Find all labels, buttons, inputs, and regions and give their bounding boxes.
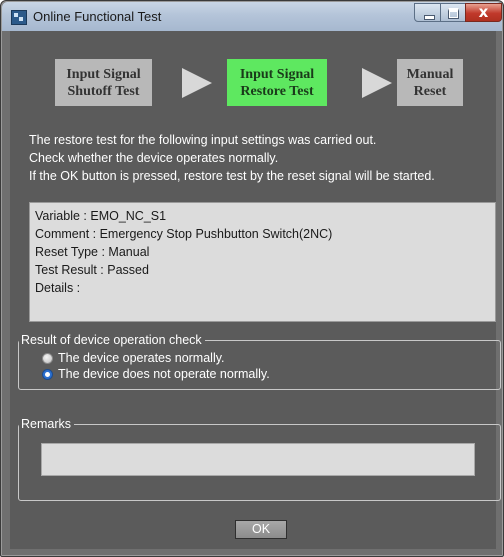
remarks-group: Remarks — [18, 416, 501, 501]
radio-label: The device does not operate normally. — [58, 367, 270, 381]
radio-not-operate-normally[interactable]: The device does not operate normally. — [42, 367, 270, 381]
step-restore-test: Input Signal Restore Test — [227, 59, 327, 106]
step-label-line2: Reset — [413, 83, 447, 99]
close-button[interactable]: x — [465, 3, 502, 22]
step-manual-reset: Manual Reset — [397, 59, 463, 106]
step-label-line2: Shutoff Test — [67, 83, 140, 99]
step-arrow-icon — [362, 68, 392, 98]
radio-operates-normally[interactable]: The device operates normally. — [42, 351, 225, 365]
radio-label: The device operates normally. — [58, 351, 225, 365]
app-icon — [11, 10, 27, 25]
info-details: Details : — [35, 281, 81, 295]
maximize-button[interactable] — [440, 3, 466, 22]
step-shutoff-test: Input Signal Shutoff Test — [55, 59, 152, 106]
info-reset-type: Reset Type : Manual — [35, 245, 150, 259]
info-test-result: Test Result : Passed — [35, 263, 149, 277]
radio-unchecked-icon[interactable] — [42, 352, 53, 364]
description-line: If the OK button is pressed, restore tes… — [29, 169, 435, 183]
description-line: The restore test for the following input… — [29, 133, 377, 147]
description-text: The restore test for the following input… — [29, 131, 499, 185]
step-label-line1: Manual — [406, 66, 454, 82]
window-title: Online Functional Test — [33, 9, 162, 24]
step-label-line1: Input Signal — [239, 66, 315, 82]
remarks-input[interactable] — [41, 443, 475, 476]
device-check-group: Result of device operation check The dev… — [18, 332, 501, 390]
info-comment: Comment : Emergency Stop Pushbutton Swit… — [35, 227, 333, 241]
title-bar[interactable]: Online Functional Test x — [2, 2, 502, 31]
ok-button[interactable]: OK — [235, 520, 287, 539]
info-variable: Variable : EMO_NC_S1 — [35, 209, 167, 223]
close-icon: x — [478, 3, 489, 21]
minimize-button[interactable] — [414, 3, 441, 22]
device-check-legend: Result of device operation check — [19, 332, 205, 349]
step-label-line1: Input Signal — [66, 66, 141, 82]
step-label-line2: Restore Test — [240, 83, 314, 99]
radio-checked-icon[interactable] — [42, 368, 53, 380]
dialog-window: Online Functional Test x Input Signal Sh… — [0, 0, 504, 557]
remarks-legend: Remarks — [19, 416, 75, 433]
description-line: Check whether the device operates normal… — [29, 151, 279, 165]
step-arrow-icon — [182, 68, 212, 98]
test-info-box: Variable : EMO_NC_S1 Comment : Emergency… — [29, 202, 496, 322]
